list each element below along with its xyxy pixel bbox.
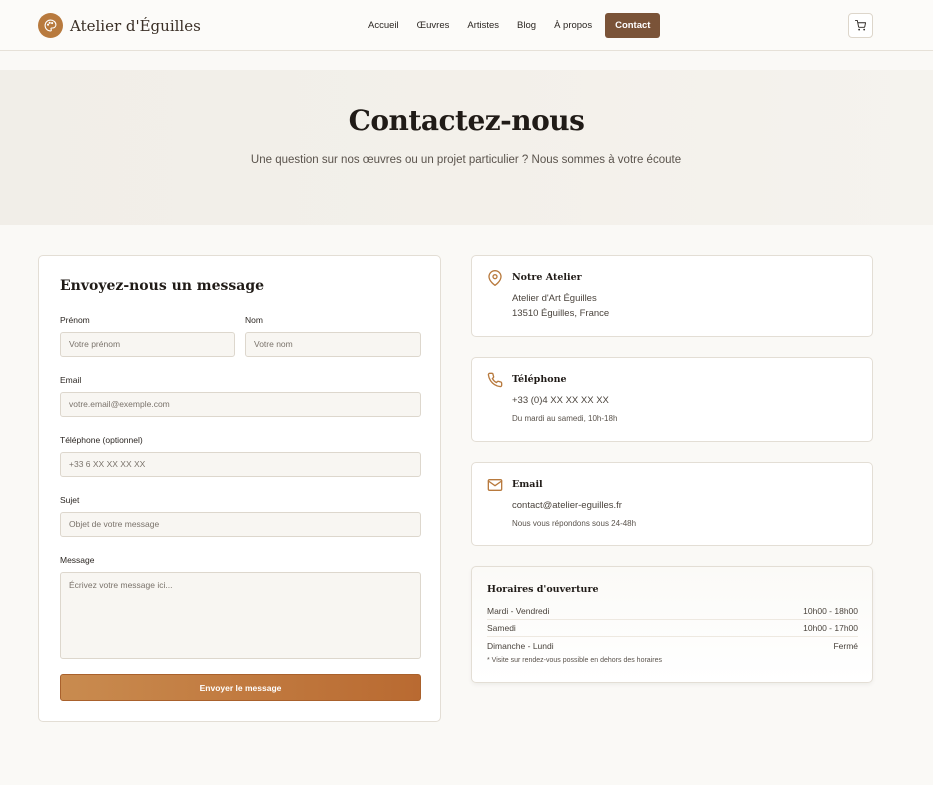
message-label: Message [60, 555, 95, 565]
phone-input[interactable]: +33 6 XX XX XX XX [60, 452, 421, 477]
nav-accueil[interactable]: Accueil [359, 13, 408, 38]
firstname-input[interactable]: Votre prénom [60, 332, 235, 357]
phone-hours-note: Du mardi au samedi, 10h-18h [512, 414, 618, 423]
submit-button[interactable]: Envoyer le message [60, 674, 421, 701]
hours-divider [487, 619, 858, 620]
opening-hours-card: Horaires d'ouverture Mardi - Vendredi 10… [471, 566, 873, 683]
atelier-address-line1: Atelier d'Art Éguilles [512, 293, 597, 304]
nav-artistes[interactable]: Artistes [458, 13, 508, 38]
hours-divider [487, 636, 858, 637]
email-input[interactable]: votre.email@exemple.com [60, 392, 421, 417]
message-textarea[interactable]: Écrivez votre message ici... [60, 572, 421, 659]
mail-icon [487, 479, 503, 491]
lastname-label: Nom [245, 315, 263, 325]
email-title: Email [512, 479, 543, 490]
nav-contact[interactable]: Contact [605, 13, 661, 38]
hours-time: 10h00 - 17h00 [803, 623, 858, 633]
brand-name: Atelier d'Éguilles [70, 16, 201, 35]
cart-button[interactable] [848, 13, 873, 38]
nav-blog[interactable]: Blog [508, 13, 545, 38]
hours-title: Horaires d'ouverture [487, 584, 599, 595]
info-card-email: Email contact@atelier-eguilles.fr Nous v… [471, 462, 873, 546]
hours-note: * Visite sur rendez-vous possible en deh… [487, 657, 662, 664]
hours-row: Dimanche - Lundi Fermé [487, 641, 858, 651]
page-title: Contactez-nous [348, 104, 585, 137]
subject-label: Sujet [60, 495, 80, 505]
hours-row: Samedi 10h00 - 17h00 [487, 623, 858, 633]
hours-day: Samedi [487, 623, 516, 633]
email-response-note: Nous vous répondons sous 24-48h [512, 519, 637, 528]
cart-icon [855, 20, 866, 31]
nav-a-propos[interactable]: À propos [545, 13, 601, 38]
subject-input[interactable]: Objet de votre message [60, 512, 421, 537]
atelier-title: Notre Atelier [512, 272, 582, 283]
atelier-address-line2: 13510 Éguilles, France [512, 308, 610, 319]
hero-section: Contactez-nous Une question sur nos œuvr… [0, 70, 933, 225]
contact-form: Envoyez-nous un message Prénom Votre pré… [38, 255, 441, 722]
palette-icon [38, 13, 63, 38]
hours-day: Dimanche - Lundi [487, 641, 554, 651]
nav-oeuvres[interactable]: Œuvres [408, 13, 459, 38]
form-title: Envoyez-nous un message [60, 278, 265, 294]
phone-icon [487, 372, 503, 388]
email-label: Email [60, 375, 82, 385]
logo[interactable]: Atelier d'Éguilles [38, 13, 201, 38]
main-nav: Accueil Œuvres Artistes Blog À propos Co… [359, 13, 661, 38]
hours-time: Fermé [833, 641, 858, 651]
site-header: Atelier d'Éguilles Accueil Œuvres Artist… [0, 0, 933, 51]
phone-number[interactable]: +33 (0)4 XX XX XX XX [512, 395, 609, 406]
page-subtitle: Une question sur nos œuvres ou un projet… [250, 154, 682, 166]
phone-title: Téléphone [512, 374, 567, 385]
email-address[interactable]: contact@atelier-eguilles.fr [512, 500, 622, 511]
hours-row: Mardi - Vendredi 10h00 - 18h00 [487, 606, 858, 616]
lastname-input[interactable]: Votre nom [245, 332, 421, 357]
firstname-label: Prénom [60, 315, 90, 325]
phone-label: Téléphone (optionnel) [60, 435, 143, 445]
info-card-phone: Téléphone +33 (0)4 XX XX XX XX Du mardi … [471, 357, 873, 442]
info-card-atelier: Notre Atelier Atelier d'Art Éguilles 135… [471, 255, 873, 337]
hours-day: Mardi - Vendredi [487, 606, 550, 616]
hours-time: 10h00 - 18h00 [803, 606, 858, 616]
map-pin-icon [488, 270, 502, 286]
